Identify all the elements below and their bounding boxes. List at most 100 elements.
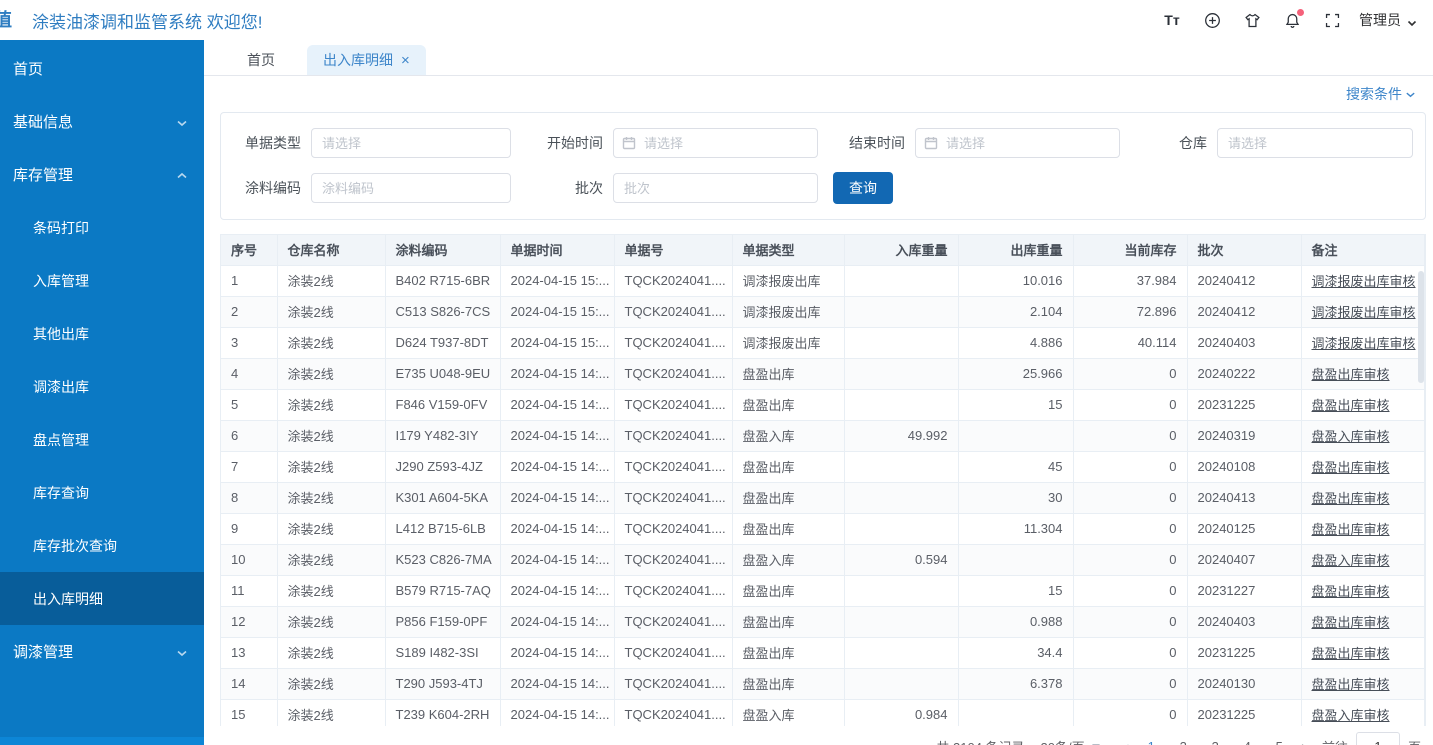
add-circle-icon[interactable] bbox=[1203, 11, 1221, 29]
page-number-4[interactable]: 4 bbox=[1233, 732, 1261, 745]
prev-page-button[interactable]: ‹ bbox=[1119, 732, 1136, 745]
tab-inout-detail[interactable]: 出入库明细 × bbox=[307, 45, 426, 75]
column-header-batch: 批次 bbox=[1187, 235, 1301, 265]
remark-link[interactable]: 调漆报废出库审核 bbox=[1312, 305, 1416, 320]
cell-doc_no: TQCK2024041.... bbox=[614, 358, 732, 389]
sidebar-item-basic-info[interactable]: 基础信息 bbox=[0, 95, 204, 148]
cell-index: 6 bbox=[221, 420, 277, 451]
cell-remark: 盘盈入库审核 bbox=[1301, 544, 1424, 575]
sidebar-item-stock-query[interactable]: 库存查询 bbox=[0, 466, 204, 519]
cell-in_weight bbox=[844, 482, 958, 513]
remark-link[interactable]: 盘盈出库审核 bbox=[1312, 677, 1390, 692]
cell-doc_time: 2024-04-15 14:... bbox=[500, 420, 614, 451]
page-number-3[interactable]: 3 bbox=[1201, 732, 1229, 745]
remark-link[interactable]: 盘盈出库审核 bbox=[1312, 584, 1390, 599]
next-page-button[interactable]: › bbox=[1295, 732, 1312, 745]
sidebar-item-stocktaking[interactable]: 盘点管理 bbox=[0, 413, 204, 466]
cell-warehouse: 涂装2线 bbox=[277, 699, 385, 726]
vertical-scrollbar[interactable] bbox=[1418, 271, 1424, 383]
cell-stock: 0 bbox=[1073, 668, 1187, 699]
remark-link[interactable]: 调漆报废出库审核 bbox=[1312, 336, 1416, 351]
cell-in_weight bbox=[844, 513, 958, 544]
cell-doc_type: 盘盈出库 bbox=[732, 389, 844, 420]
table-row: 5涂装2线F846 V159-0FV2024-04-15 14:...TQCK2… bbox=[221, 389, 1424, 420]
sidebar-item-inout-detail[interactable]: 出入库明细 bbox=[0, 572, 204, 625]
theme-skin-icon[interactable] bbox=[1243, 11, 1261, 29]
cell-remark: 盘盈入库审核 bbox=[1301, 420, 1424, 451]
cell-paint_code: B402 R715-6BR bbox=[385, 265, 500, 296]
cell-doc_no: TQCK2024041.... bbox=[614, 699, 732, 726]
sidebar-item-paint-outbound[interactable]: 调漆出库 bbox=[0, 360, 204, 413]
remark-link[interactable]: 盘盈出库审核 bbox=[1312, 491, 1390, 506]
cell-remark: 盘盈出库审核 bbox=[1301, 451, 1424, 482]
page-number-1[interactable]: 1 bbox=[1137, 732, 1165, 745]
cell-batch: 20240125 bbox=[1187, 513, 1301, 544]
search-toggle-row: 搜索条件 bbox=[204, 76, 1433, 112]
cell-remark: 盘盈出库审核 bbox=[1301, 668, 1424, 699]
sidebar-item-inbound[interactable]: 入库管理 bbox=[0, 254, 204, 307]
sidebar-item-other-outbound[interactable]: 其他出库 bbox=[0, 307, 204, 360]
document-type-select[interactable] bbox=[311, 128, 511, 158]
cell-batch: 20240403 bbox=[1187, 606, 1301, 637]
remark-link[interactable]: 盘盈出库审核 bbox=[1312, 460, 1390, 475]
cell-out_weight: 4.886 bbox=[958, 327, 1073, 358]
cell-index: 13 bbox=[221, 637, 277, 668]
cell-out_weight: 30 bbox=[958, 482, 1073, 513]
column-header-doc_type: 单据类型 bbox=[732, 235, 844, 265]
goto-page-input[interactable] bbox=[1356, 732, 1400, 745]
paint-code-input[interactable] bbox=[311, 173, 511, 203]
cell-warehouse: 涂装2线 bbox=[277, 358, 385, 389]
tab-home[interactable]: 首页 bbox=[233, 45, 289, 75]
page-size-select[interactable]: 20条/页 bbox=[1041, 737, 1101, 745]
sidebar-item-barcode-print[interactable]: 条码打印 bbox=[0, 201, 204, 254]
search-conditions-toggle[interactable]: 搜索条件 bbox=[1346, 84, 1416, 104]
cell-doc_no: TQCK2024041.... bbox=[614, 513, 732, 544]
column-header-warehouse: 仓库名称 bbox=[277, 235, 385, 265]
notifications-icon[interactable] bbox=[1283, 11, 1301, 29]
cell-remark: 盘盈出库审核 bbox=[1301, 389, 1424, 420]
remark-link[interactable]: 盘盈出库审核 bbox=[1312, 367, 1390, 382]
sidebar-item-inventory[interactable]: 库存管理 bbox=[0, 148, 204, 201]
font-size-icon[interactable]: Tт bbox=[1163, 11, 1181, 29]
cell-out_weight: 34.4 bbox=[958, 637, 1073, 668]
cell-remark: 盘盈出库审核 bbox=[1301, 606, 1424, 637]
cell-index: 1 bbox=[221, 265, 277, 296]
cell-doc_type: 盘盈出库 bbox=[732, 637, 844, 668]
cell-out_weight bbox=[958, 420, 1073, 451]
remark-link[interactable]: 盘盈出库审核 bbox=[1312, 522, 1390, 537]
remark-link[interactable]: 盘盈出库审核 bbox=[1312, 398, 1390, 413]
page-number-2[interactable]: 2 bbox=[1169, 732, 1197, 745]
batch-input[interactable] bbox=[613, 173, 818, 203]
cell-batch: 20240319 bbox=[1187, 420, 1301, 451]
query-button[interactable]: 查询 bbox=[833, 172, 893, 204]
sidebar-item-stock-batch-query[interactable]: 库存批次查询 bbox=[0, 519, 204, 572]
cell-paint_code: B579 R715-7AQ bbox=[385, 575, 500, 606]
column-header-stock: 当前库存 bbox=[1073, 235, 1187, 265]
remark-link[interactable]: 盘盈出库审核 bbox=[1312, 646, 1390, 661]
remark-link[interactable]: 盘盈入库审核 bbox=[1312, 553, 1390, 568]
data-table-wrap: 序号仓库名称涂料编码单据时间单据号单据类型入库重量出库重量当前库存批次备注 1涂… bbox=[220, 234, 1426, 726]
remark-link[interactable]: 盘盈入库审核 bbox=[1312, 429, 1390, 444]
calendar-icon bbox=[622, 136, 636, 150]
warehouse-select[interactable] bbox=[1217, 128, 1413, 158]
cell-batch: 20240413 bbox=[1187, 482, 1301, 513]
tab-bar: 首页 出入库明细 × bbox=[204, 40, 1433, 76]
cell-remark: 盘盈出库审核 bbox=[1301, 637, 1424, 668]
sidebar-item-paint-mixing[interactable]: 调漆管理 bbox=[0, 625, 204, 678]
cell-paint_code: K523 C826-7MA bbox=[385, 544, 500, 575]
start-time-picker[interactable] bbox=[613, 128, 818, 158]
fullscreen-icon[interactable] bbox=[1323, 11, 1341, 29]
user-menu[interactable]: 管理员 bbox=[1359, 10, 1417, 30]
sidebar-item-home[interactable]: 首页 bbox=[0, 42, 204, 95]
remark-link[interactable]: 盘盈入库审核 bbox=[1312, 708, 1390, 723]
table-row: 8涂装2线K301 A604-5KA2024-04-15 14:...TQCK2… bbox=[221, 482, 1424, 513]
end-time-picker[interactable] bbox=[915, 128, 1120, 158]
page-number-5[interactable]: 5 bbox=[1265, 732, 1293, 745]
remark-link[interactable]: 盘盈出库审核 bbox=[1312, 615, 1390, 630]
cell-paint_code: F846 V159-0FV bbox=[385, 389, 500, 420]
remark-link[interactable]: 调漆报废出库审核 bbox=[1312, 274, 1416, 289]
close-icon[interactable]: × bbox=[401, 53, 410, 68]
cell-doc_time: 2024-04-15 14:... bbox=[500, 389, 614, 420]
table-row: 12涂装2线P856 F159-0PF2024-04-15 14:...TQCK… bbox=[221, 606, 1424, 637]
cell-paint_code: C513 S826-7CS bbox=[385, 296, 500, 327]
